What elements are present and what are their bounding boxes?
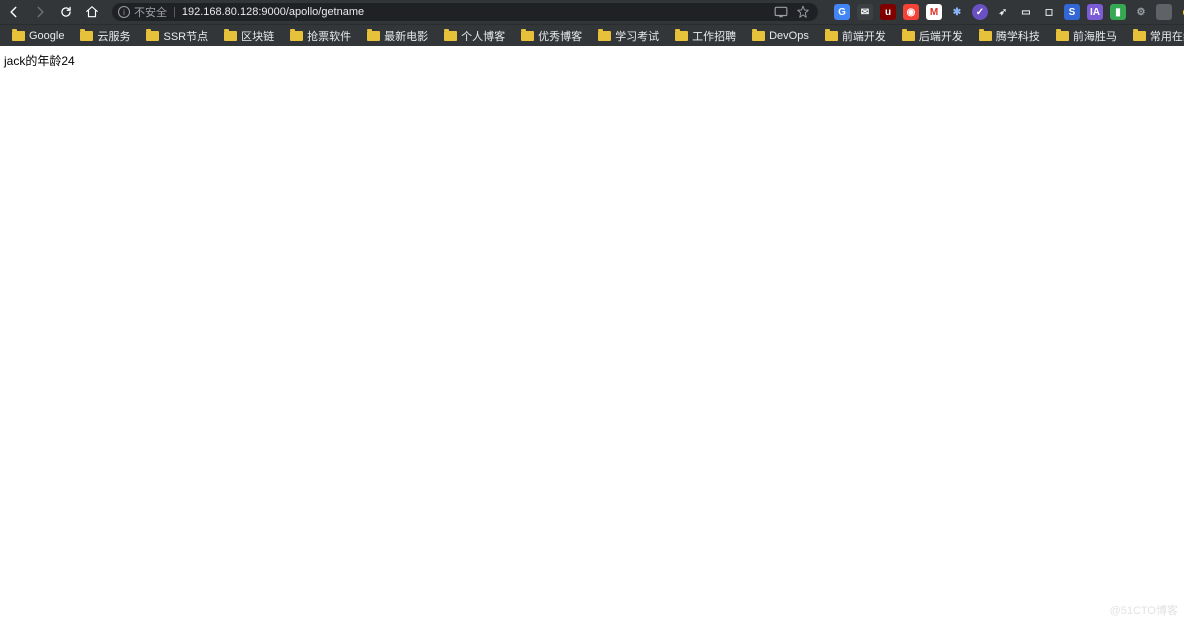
bookmark-label: 前端开发 — [842, 28, 886, 44]
folder-icon — [367, 31, 380, 41]
address-bar[interactable]: i 不安全 | 192.168.80.128:9000/apollo/getna… — [112, 3, 818, 21]
bookmark-label: DevOps — [769, 30, 809, 42]
security-label: 不安全 — [134, 4, 167, 20]
site-info-icon[interactable]: i — [118, 6, 130, 18]
bookmark-folder[interactable]: SSR节点 — [140, 27, 214, 45]
reload-button[interactable] — [58, 4, 74, 20]
bookmark-folder[interactable]: 最新电影 — [361, 27, 434, 45]
folder-icon — [902, 31, 915, 41]
folder-icon — [1056, 31, 1069, 41]
gmail-ext-icon[interactable]: M — [926, 4, 942, 20]
page-content: jack的年龄24 — [0, 46, 1184, 75]
bookmark-label: 后端开发 — [919, 28, 963, 44]
bookmark-label: SSR节点 — [163, 28, 208, 44]
bookmark-label: 个人博客 — [461, 28, 505, 44]
folder-icon — [979, 31, 992, 41]
ia-icon[interactable]: IA — [1087, 4, 1103, 20]
s-icon[interactable]: S — [1064, 4, 1080, 20]
square-icon[interactable]: ◻ — [1041, 4, 1057, 20]
bookmark-label: 云服务 — [97, 28, 130, 44]
bookmark-label: 优秀博客 — [538, 28, 582, 44]
install-pwa-icon[interactable] — [774, 5, 788, 19]
bookmark-folder[interactable]: 区块链 — [218, 27, 280, 45]
folder-icon — [444, 31, 457, 41]
bookmark-star-icon[interactable] — [796, 5, 810, 19]
folder-icon — [675, 31, 688, 41]
ublock-icon[interactable]: u — [880, 4, 896, 20]
bookmark-label: 常用在线工具 — [1150, 28, 1184, 44]
forward-button[interactable] — [32, 4, 48, 20]
bookmark-label: Google — [29, 30, 64, 42]
folder-icon — [80, 31, 93, 41]
bookmark-folder[interactable]: 工作招聘 — [669, 27, 742, 45]
snowflake-icon[interactable]: ✱ — [949, 4, 965, 20]
bookmark-label: 前海胜马 — [1073, 28, 1117, 44]
screen-icon[interactable]: ▭ — [1018, 4, 1034, 20]
folder-icon — [1133, 31, 1146, 41]
bookmark-folder[interactable]: 云服务 — [74, 27, 136, 45]
translate-icon[interactable]: G — [834, 4, 850, 20]
response-text: jack的年龄24 — [4, 54, 75, 68]
folder-icon — [825, 31, 838, 41]
gear-ext-icon[interactable]: ⚙ — [1133, 4, 1149, 20]
folder-icon — [146, 31, 159, 41]
bookmark-folder[interactable]: 优秀博客 — [515, 27, 588, 45]
bookmark-folder[interactable]: 常用在线工具 — [1127, 27, 1184, 45]
folder-icon — [752, 31, 765, 41]
bookmark-label: 学习考试 — [615, 28, 659, 44]
bookmark-label: 工作招聘 — [692, 28, 736, 44]
bookmarks-bar: Google 云服务 SSR节点 区块链 抢票软件 最新电影 个人博客 优秀博客 学习考试 工作招… — [0, 24, 1184, 46]
url-text: 192.168.80.128:9000/apollo/getname — [182, 6, 770, 18]
folder-icon — [290, 31, 303, 41]
bookmark-folder[interactable]: 学习考试 — [592, 27, 665, 45]
watermark: @51CTO博客 — [1110, 602, 1178, 618]
adblock-icon[interactable]: ◉ — [903, 4, 919, 20]
separator: | — [173, 6, 176, 18]
bookmark-folder[interactable]: 抢票软件 — [284, 27, 357, 45]
folder-icon — [598, 31, 611, 41]
bookmark-folder[interactable]: 腾学科技 — [973, 27, 1046, 45]
bookmark-label: 抢票软件 — [307, 28, 351, 44]
back-button[interactable] — [6, 4, 22, 20]
pointer-icon[interactable]: ➶ — [995, 4, 1011, 20]
browser-nav-bar: i 不安全 | 192.168.80.128:9000/apollo/getna… — [0, 0, 1184, 24]
folder-icon — [521, 31, 534, 41]
bookmark-folder[interactable]: Google — [6, 27, 70, 45]
home-button[interactable] — [84, 4, 100, 20]
green-box-icon[interactable]: ▮ — [1110, 4, 1126, 20]
chrome-icon[interactable]: ◎ — [1179, 4, 1184, 20]
folder-icon — [224, 31, 237, 41]
bookmark-folder[interactable]: DevOps — [746, 27, 815, 45]
bookmark-folder[interactable]: 前海胜马 — [1050, 27, 1123, 45]
bookmark-folder[interactable]: 个人博客 — [438, 27, 511, 45]
bookmark-label: 腾学科技 — [996, 28, 1040, 44]
extensions-row: G✉u◉M✱✓➶▭◻SIA▮⚙◎⠿ — [834, 4, 1184, 20]
bookmark-folder[interactable]: 后端开发 — [896, 27, 969, 45]
bookmark-folder[interactable]: 前端开发 — [819, 27, 892, 45]
check-icon[interactable]: ✓ — [972, 4, 988, 20]
gray-box-icon[interactable] — [1156, 4, 1172, 20]
bookmark-label: 区块链 — [241, 28, 274, 44]
bookmark-label: 最新电影 — [384, 28, 428, 44]
folder-icon — [12, 31, 25, 41]
mail-icon[interactable]: ✉ — [857, 4, 873, 20]
